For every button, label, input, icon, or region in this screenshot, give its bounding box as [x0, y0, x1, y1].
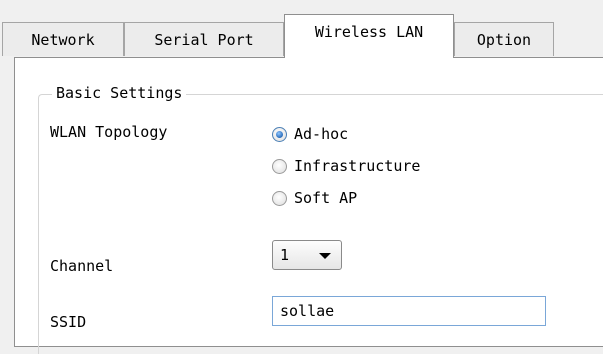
chevron-down-icon [319, 253, 331, 259]
tab-network[interactable]: Network [2, 22, 124, 56]
tab-wireless-lan[interactable]: Wireless LAN [284, 14, 454, 58]
basic-settings-title: Basic Settings [52, 82, 187, 104]
radio-ad-hoc-label: Ad-hoc [294, 125, 349, 143]
tab-bar: Network Serial Port Wireless LAN Option [0, 0, 603, 58]
channel-label: Channel [50, 257, 114, 275]
channel-select[interactable]: 1 [272, 240, 342, 270]
radio-infrastructure-label: Infrastructure [294, 157, 421, 175]
radio-unchecked-icon [272, 190, 287, 206]
radio-ad-hoc[interactable]: Ad-hoc [272, 122, 348, 146]
tab-serial-port[interactable]: Serial Port [124, 22, 284, 56]
tab-option[interactable]: Option [454, 22, 554, 56]
ssid-label: SSID [50, 313, 87, 331]
radio-infrastructure[interactable]: Infrastructure [272, 154, 420, 178]
radio-unchecked-icon [272, 158, 287, 174]
radio-checked-icon [272, 126, 287, 142]
radio-soft-ap[interactable]: Soft AP [272, 186, 357, 210]
wlan-topology-label: WLAN Topology [50, 123, 168, 141]
ssid-input[interactable]: sollae [272, 296, 546, 326]
radio-soft-ap-label: Soft AP [294, 189, 358, 207]
channel-select-value: 1 [280, 246, 290, 264]
